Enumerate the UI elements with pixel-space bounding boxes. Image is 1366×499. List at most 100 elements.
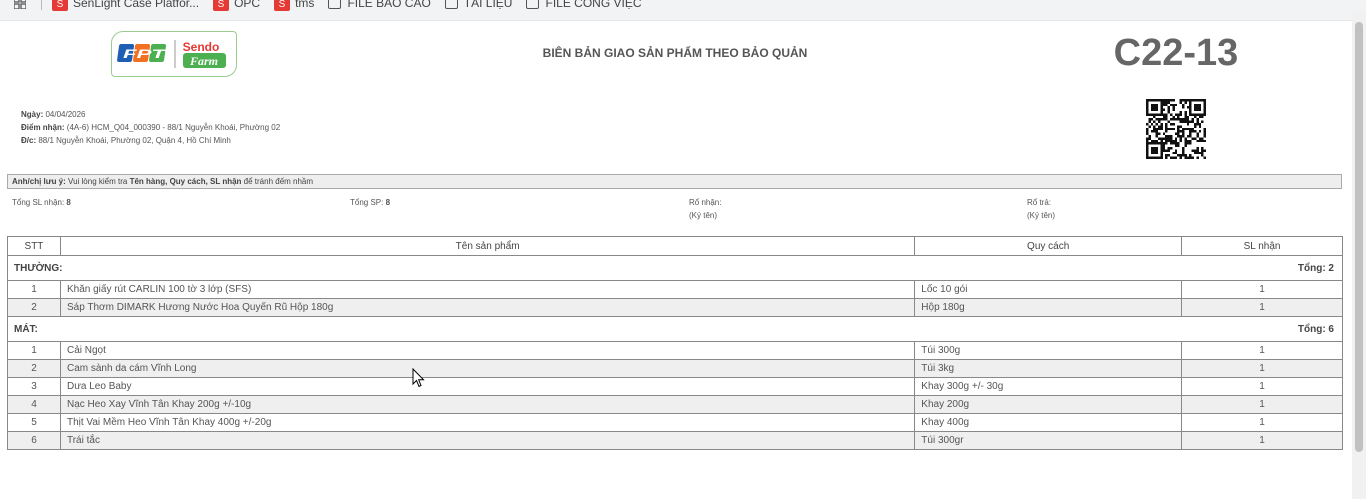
row-spec: Túi 3kg xyxy=(914,359,1183,378)
svg-text:S: S xyxy=(218,0,225,10)
senlight-icon: S xyxy=(52,0,68,11)
group-name: MÁT: xyxy=(14,323,38,335)
scrollbar-thumb[interactable] xyxy=(1355,22,1363,452)
header-spec: Quy cách xyxy=(914,236,1183,256)
row-qty: 1 xyxy=(1181,413,1343,432)
svg-text:S: S xyxy=(279,0,286,10)
row-qty: 1 xyxy=(1181,395,1343,414)
note-label: Anh/chị lưu ý: xyxy=(12,177,66,186)
row-qty: 1 xyxy=(1181,431,1343,450)
group-name: THƯỜNG: xyxy=(14,262,63,274)
row-product: Thịt Vai Mềm Heo Vĩnh Tân Khay 400g +/-2… xyxy=(59,413,916,432)
row-product: Cam sành da cám Vĩnh Long xyxy=(59,359,916,378)
vertical-scrollbar[interactable] xyxy=(1352,12,1366,498)
row-product: Cải Ngọt xyxy=(59,341,916,360)
bookmark-label: tms xyxy=(295,0,315,10)
table-row: 1 Cải Ngọt Túi 300g 1 xyxy=(7,341,1343,360)
delivery-info: Ngày: 04/04/2026 Điểm nhận: (4A-6) HCM_Q… xyxy=(21,108,280,147)
bookmark-file-cong-viec[interactable]: FILE CÔNG VIỆC xyxy=(526,0,642,10)
row-stt: 6 xyxy=(7,431,61,450)
row-product: Trái tắc xyxy=(59,431,916,450)
bookmark-label: FILE CÔNG VIỆC xyxy=(545,0,642,10)
row-product: Sáp Thơm DIMARK Hương Nước Hoa Quyến Rũ … xyxy=(59,298,916,317)
row-spec: Túi 300gr xyxy=(914,431,1183,450)
row-spec: Hộp 180g xyxy=(914,298,1183,317)
header-qty: SL nhận xyxy=(1181,236,1343,256)
row-qty: 1 xyxy=(1181,377,1343,396)
receive-basket: Rổ nhận: (Ký tên) xyxy=(689,198,722,220)
folder-icon xyxy=(526,0,540,9)
row-stt: 3 xyxy=(7,377,61,396)
bookmark-label: OPC xyxy=(234,0,261,10)
address-value: 88/1 Nguyễn Khoái, Phường 02, Quận 4, Hồ… xyxy=(38,136,231,145)
document-code: C22-13 xyxy=(1113,32,1239,74)
row-stt: 2 xyxy=(7,298,61,317)
note-prefix: Vui lòng kiểm tra xyxy=(68,177,128,186)
header-stt: STT xyxy=(7,236,61,256)
group-row: MÁT: Tổng: 6 xyxy=(7,316,1343,342)
bookmark-opc[interactable]: S OPC xyxy=(213,0,260,11)
row-spec: Khay 300g +/- 30g xyxy=(914,377,1183,396)
note-suffix: để tránh đếm nhầm xyxy=(243,177,314,186)
total-qty: Tổng SL nhận: 8 xyxy=(12,198,71,207)
row-product: Khăn giấy rút CARLIN 100 tờ 3 lớp (SFS) xyxy=(59,280,916,299)
row-spec: Túi 300g xyxy=(914,341,1183,360)
tms-icon: S xyxy=(274,0,291,11)
bookmark-tai-lieu[interactable]: TÀI LIỆU xyxy=(444,0,513,10)
bookmark-label: SenLight Case Platfor... xyxy=(73,0,200,10)
logo-farm-text: Farm xyxy=(189,54,218,68)
table-row: 3 Dưa Leo Baby Khay 300g +/- 30g 1 xyxy=(7,377,1343,396)
folder-icon xyxy=(444,0,458,9)
row-stt: 4 xyxy=(7,395,61,414)
return-basket: Rổ trả: (Ký tên) xyxy=(1027,198,1056,220)
header-product: Tên sản phẩm xyxy=(59,236,916,256)
row-spec: Lốc 10 gói xyxy=(914,280,1183,299)
row-product: Nạc Heo Xay Vĩnh Tân Khay 200g +/-10g xyxy=(59,395,916,414)
table-row: 5 Thịt Vai Mềm Heo Vĩnh Tân Khay 400g +/-… xyxy=(7,413,1343,432)
bookmarks-divider xyxy=(41,0,42,10)
bookmark-senlight[interactable]: S SenLight Case Platfor... xyxy=(52,0,199,11)
group-total: Tổng: 2 xyxy=(1297,262,1334,274)
note-bold: Tên hàng, Quy cách, SL nhận xyxy=(129,177,242,186)
row-product: Dưa Leo Baby xyxy=(59,377,916,396)
fpt-sendo-farm-logo: FPT Sendo Farm xyxy=(111,31,237,77)
row-spec: Khay 400g xyxy=(914,413,1183,432)
row-stt: 1 xyxy=(7,280,61,299)
qr-code xyxy=(1146,99,1206,159)
total-sp: Tổng SP: 8 xyxy=(350,198,391,207)
document-title: BIÊN BẢN GIAO SẢN PHẨM THEO BẢO QUẢN xyxy=(542,46,808,60)
table-row: 4 Nạc Heo Xay Vĩnh Tân Khay 200g +/-10g Kh… xyxy=(7,395,1343,414)
mouse-cursor-icon xyxy=(412,367,426,388)
row-qty: 1 xyxy=(1181,280,1343,299)
table-row: 6 Trái tắc Túi 300gr 1 xyxy=(7,431,1343,450)
row-spec: Khay 200g xyxy=(914,395,1183,414)
table-row: 1 Khăn giấy rút CARLIN 100 tờ 3 lớp (SFS)… xyxy=(7,280,1343,299)
bookmark-label: FILE BÁO CÁO xyxy=(347,0,431,10)
row-qty: 1 xyxy=(1181,298,1343,317)
opc-icon: S xyxy=(213,0,230,11)
row-qty: 1 xyxy=(1181,359,1343,378)
bookmark-tms[interactable]: S tms xyxy=(274,0,314,11)
svg-text:S: S xyxy=(57,0,64,10)
date-line: Ngày: 04/04/2026 xyxy=(21,110,86,119)
table-header: STT Tên sản phẩm Quy cách SL nhận xyxy=(7,236,1343,256)
address-line: Đ/c: 88/1 Nguyễn Khoái, Phường 02, Quận … xyxy=(21,136,231,145)
bookmarks-bar: S SenLight Case Platfor... S OPC S tms F… xyxy=(0,0,1366,12)
items-table: STT Tên sản phẩm Quy cách SL nhận THƯỜNG… xyxy=(7,236,1343,450)
row-qty: 1 xyxy=(1181,341,1343,360)
logo-fpt-text: FPT xyxy=(123,47,168,61)
bookmark-file-bao-cao[interactable]: FILE BÁO CÁO xyxy=(328,0,431,10)
group-row: THƯỜNG: Tổng: 2 xyxy=(7,255,1343,281)
row-stt: 1 xyxy=(7,341,61,360)
point-value: (4A-6) HCM_Q04_000390 - 88/1 Nguyễn Khoá… xyxy=(66,123,281,132)
note-bar: Anh/chị lưu ý: Vui lòng kiểm tra Tên hàn… xyxy=(7,174,1342,189)
date-value: 04/04/2026 xyxy=(45,110,86,119)
bookmark-label: TÀI LIỆU xyxy=(463,0,513,10)
logo-sendo-text: Sendo xyxy=(183,40,220,54)
table-row: 2 Sáp Thơm DIMARK Hương Nước Hoa Quyến Rũ… xyxy=(7,298,1343,317)
apps-grid-icon[interactable] xyxy=(11,0,29,12)
row-stt: 2 xyxy=(7,359,61,378)
row-stt: 5 xyxy=(7,413,61,432)
point-line: Điểm nhận: (4A-6) HCM_Q04_000390 - 88/1 … xyxy=(21,123,281,132)
group-total: Tổng: 6 xyxy=(1297,323,1334,335)
